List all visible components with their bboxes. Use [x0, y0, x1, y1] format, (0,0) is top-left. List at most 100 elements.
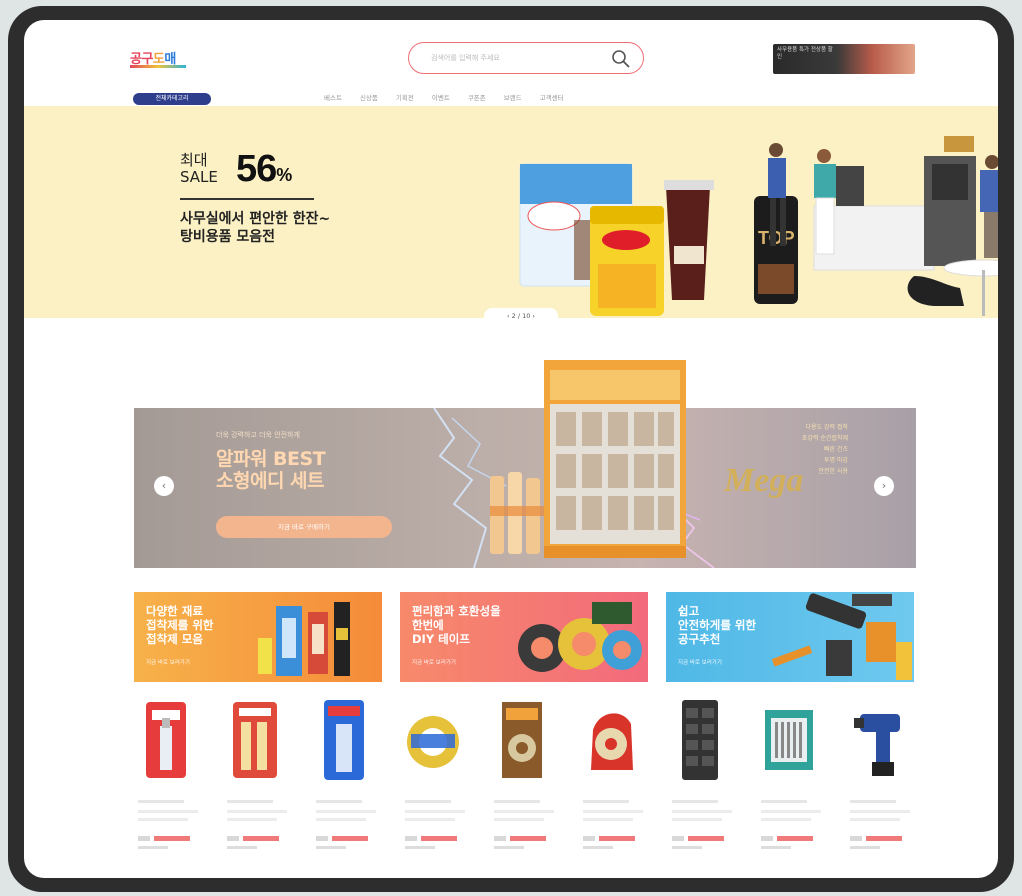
product-price-value — [599, 836, 635, 841]
product-brand — [138, 800, 184, 803]
product-name[interactable] — [405, 810, 465, 813]
product-brand — [761, 800, 807, 803]
nav-item[interactable]: 쿠폰존 — [468, 92, 486, 102]
promo-prev-arrow[interactable]: ‹ — [154, 476, 174, 496]
product-name[interactable] — [138, 810, 198, 813]
nav-item[interactable]: 고객센터 — [540, 92, 564, 102]
product-brand — [227, 800, 273, 803]
product-name — [583, 818, 633, 821]
product-price — [761, 836, 831, 842]
category-banner-tools[interactable]: 쉽고 안전하게를 위한 공구추천 지금 바로 보러가기 — [666, 592, 914, 682]
product-brand — [405, 800, 451, 803]
promo-feature-list: 다용도 강력 접착 초강력 순간접착제 빠른 건조 투명 마감 안전한 사용 — [708, 422, 848, 477]
tape-dispenser-icon[interactable] — [583, 700, 639, 782]
product-price-value — [154, 836, 190, 841]
hero-banner[interactable]: 최대 SALE 56% 사무실에서 편안한 한잔~ 탕비용품 모음전 TOP — [24, 106, 998, 318]
product-price-value — [510, 836, 546, 841]
hero-pager[interactable]: ‹ 2 / 10 › — [484, 308, 558, 324]
product-shipping — [405, 846, 435, 849]
all-categories-button[interactable]: 전체카테고리 — [133, 93, 211, 105]
product-price — [227, 836, 297, 842]
display-rack-image — [544, 360, 686, 558]
product-price — [405, 836, 475, 842]
product-price — [316, 836, 386, 842]
product-price — [850, 836, 920, 842]
top-ad-banner[interactable]: 사무용품 특가 전상품 할인 — [773, 44, 915, 74]
product-shipping — [494, 846, 524, 849]
product-price — [583, 836, 653, 842]
search-icon[interactable] — [611, 49, 631, 69]
nav-item[interactable]: 이벤트 — [432, 92, 450, 102]
product-name — [672, 818, 722, 821]
product-price-label — [227, 836, 239, 841]
product-price-value — [777, 836, 813, 841]
search-box[interactable] — [408, 42, 644, 74]
product-price-value — [688, 836, 724, 841]
promo-feature: 빠른 건조 — [824, 446, 848, 453]
product-name[interactable] — [850, 810, 910, 813]
category-title: 편리함과 호환성을 한번에 DIY 테이프 — [412, 604, 501, 646]
promo-cta-button[interactable]: 지금 바로 구매하기 — [216, 516, 392, 538]
search-input[interactable] — [431, 51, 601, 65]
tape-pack-icon[interactable] — [494, 700, 550, 782]
category-sub: 지금 바로 보러가기 — [412, 660, 456, 666]
nav-item[interactable]: 기획전 — [396, 92, 414, 102]
logo-part: 도 — [152, 51, 165, 66]
product-price-label — [672, 836, 684, 841]
product-price-value — [332, 836, 368, 841]
product-shipping — [761, 846, 791, 849]
product-price-value — [866, 836, 902, 841]
svg-text:TOP: TOP — [758, 228, 795, 248]
product-name — [850, 818, 900, 821]
promo-feature: 다용도 강력 접착 — [805, 424, 848, 431]
product-price-value — [421, 836, 457, 841]
category-sub: 지금 바로 보러가기 — [146, 660, 190, 666]
product-price — [672, 836, 742, 842]
promo-feature: 초강력 순간접착제 — [801, 435, 848, 442]
pager-next[interactable]: › — [530, 312, 535, 320]
product-shipping — [227, 846, 257, 849]
product-name[interactable] — [316, 810, 376, 813]
product-price-label — [138, 836, 150, 841]
product-name[interactable] — [227, 810, 287, 813]
hero-divider — [180, 198, 314, 200]
product-shipping — [672, 846, 702, 849]
tape-roll-icon[interactable] — [405, 700, 461, 782]
category-banner-tape[interactable]: 편리함과 호환성을 한번에 DIY 테이프 지금 바로 보러가기 — [400, 592, 648, 682]
product-name[interactable] — [761, 810, 821, 813]
product-shipping — [138, 846, 168, 849]
promo-banner[interactable]: 더욱 강력하고 더욱 안전하게 알파워 BEST 소형에디 세트 지금 바로 구… — [134, 408, 916, 568]
tools-products-image — [771, 593, 912, 680]
nav-item[interactable]: 신상품 — [360, 92, 378, 102]
glue-twin-icon[interactable] — [227, 700, 283, 782]
hero-sale-label: 최대 SALE — [180, 151, 218, 186]
bit-set-icon[interactable] — [761, 700, 817, 782]
product-brand — [850, 800, 896, 803]
tool-case-icon[interactable] — [672, 700, 728, 782]
product-name[interactable] — [672, 810, 732, 813]
glue-blue-icon[interactable] — [316, 700, 372, 782]
product-name[interactable] — [583, 810, 643, 813]
product-price-value — [243, 836, 279, 841]
drill-icon[interactable] — [850, 700, 906, 782]
product-name[interactable] — [494, 810, 554, 813]
product-name — [405, 818, 455, 821]
product-brand — [494, 800, 540, 803]
nav-item[interactable]: 브랜드 — [504, 92, 522, 102]
browser-screen: 공구도매 사무용품 특가 전상품 할인 전체카테고리 베스트 신상품 기획전 이… — [24, 20, 998, 878]
nav-item[interactable]: 베스트 — [324, 92, 342, 102]
product-brand — [583, 800, 629, 803]
product-price — [138, 836, 208, 842]
hero-products-illustration: TOP — [519, 136, 998, 316]
promo-next-arrow[interactable]: › — [874, 476, 894, 496]
product-name — [761, 818, 811, 821]
product-price-label — [405, 836, 417, 841]
product-shipping — [850, 846, 880, 849]
category-banner-adhesive[interactable]: 다양한 재료 접착제를 위한 접착제 모음 지금 바로 보러가기 — [134, 592, 382, 682]
hero-copy: 사무실에서 편안한 한잔~ 탕비용품 모음전 — [180, 211, 331, 245]
product-price-label — [850, 836, 862, 841]
promo-title: 알파워 BEST 소형에디 세트 — [216, 448, 326, 492]
product-name — [316, 818, 366, 821]
main-nav: 베스트 신상품 기획전 이벤트 쿠폰존 브랜드 고객센터 — [324, 92, 564, 102]
glue-tube-icon[interactable] — [138, 700, 194, 782]
